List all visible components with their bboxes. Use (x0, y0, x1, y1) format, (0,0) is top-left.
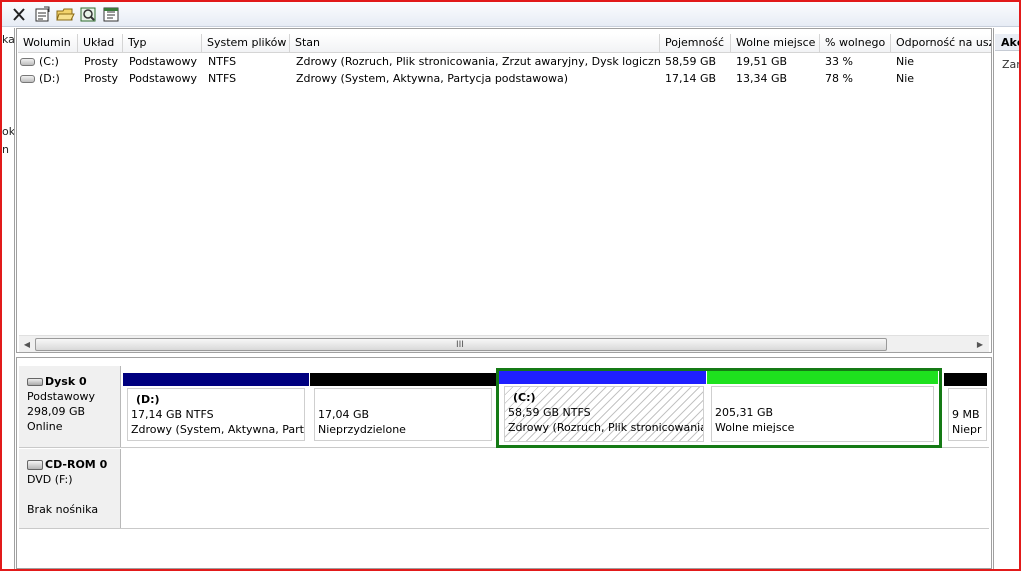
column-header-volume[interactable]: Wolumin (18, 34, 78, 53)
partition-status: Niepr (952, 423, 982, 436)
partition-bar (123, 373, 309, 386)
left-pane-text: n (2, 143, 9, 156)
partition-bar (310, 373, 496, 386)
cell-status: Zdrowy (System, Aktywna, Partycja podsta… (296, 72, 569, 85)
partition-title: (C:) (513, 391, 536, 404)
partition-body: 9 MB Niepr (948, 388, 987, 441)
column-header-filesystem[interactable]: System plików (202, 34, 290, 53)
volume-name: (D:) (39, 72, 60, 85)
selected-extended-partition[interactable]: (C:) 58,59 GB NTFS Zdrowy (Rozruch, Plik… (496, 368, 942, 448)
cell-capacity: 58,59 GB (665, 55, 717, 68)
cell-type: Podstawowy (129, 72, 197, 85)
cdrom-0-row: CD-ROM 0 DVD (F:) Brak nośnika (19, 449, 989, 529)
partition-title: (D:) (136, 393, 160, 406)
cell-percent-free: 33 % (825, 55, 853, 68)
partition-size: 58,59 GB NTFS (508, 406, 591, 419)
delete-icon[interactable] (9, 5, 29, 24)
cell-volume: (D:) (20, 70, 78, 87)
scroll-left-arrow-icon[interactable]: ◀ (20, 338, 34, 351)
cdrom-0-label[interactable]: CD-ROM 0 DVD (F:) Brak nośnika (19, 449, 121, 528)
partition-free-space[interactable]: 205,31 GB Wolne miejsce (707, 371, 938, 447)
cell-free-space: 13,34 GB (736, 72, 788, 85)
partition-status: Wolne miejsce (715, 421, 795, 434)
cell-fault-tolerance: Nie (896, 72, 915, 85)
disk-graphical-view: Dysk 0 Podstawowy 298,09 GB Online (D:) … (16, 357, 992, 569)
partition-body: 17,04 GB Nieprzydzielone (314, 388, 492, 441)
toolbar (2, 2, 1019, 27)
scrollbar-thumb[interactable]: III (35, 338, 887, 351)
cell-status: Zdrowy (Rozruch, Plik stronicowania, Zrz… (296, 55, 660, 68)
cell-percent-free: 78 % (825, 72, 853, 85)
disk-state: Online (27, 420, 63, 433)
column-header-fault-tolerance[interactable]: Odporność na usz (891, 34, 991, 53)
column-header-percent-free[interactable]: % wolnego (820, 34, 891, 53)
partition-c[interactable]: (C:) 58,59 GB NTFS Zdrowy (Rozruch, Plik… (499, 371, 706, 447)
column-header-capacity[interactable]: Pojemność (660, 34, 731, 53)
partition-status: Zdrowy (Rozruch, Plik stronicowania (508, 421, 704, 434)
cell-fault-tolerance: Nie (896, 55, 915, 68)
cell-capacity: 17,14 GB (665, 72, 717, 85)
left-pane-text: ka (2, 33, 15, 46)
cd-drive-icon (27, 460, 43, 470)
partition-unallocated-small[interactable]: 9 MB Niepr (944, 370, 987, 446)
actions-pane-title: Akc (995, 34, 1019, 51)
partition-bar (944, 373, 987, 386)
scrollbar-grip: III (456, 340, 464, 350)
table-row[interactable]: (D:) Prosty Podstawowy NTFS Zdrowy (Syst… (17, 70, 991, 87)
column-header-free-space[interactable]: Wolne miejsce (731, 34, 820, 53)
drive-icon (20, 58, 35, 66)
volume-list: Wolumin Układ Typ System plików Stan Poj… (16, 28, 992, 353)
partition-d[interactable]: (D:) 17,14 GB NTFS Zdrowy (System, Aktyw… (123, 370, 309, 446)
cell-volume: (C:) (20, 53, 78, 70)
disk-name: CD-ROM 0 (45, 458, 108, 471)
partition-status: Nieprzydzielone (318, 423, 406, 436)
cell-free-space: 19,51 GB (736, 55, 788, 68)
actions-pane-item[interactable]: Zar (1002, 58, 1019, 71)
partition-unallocated[interactable]: 17,04 GB Nieprzydzielone (310, 370, 496, 446)
column-header-type[interactable]: Typ (123, 34, 202, 53)
explore-icon[interactable] (78, 5, 98, 24)
partition-size: 17,04 GB (318, 408, 370, 421)
column-header-status[interactable]: Stan (290, 34, 660, 53)
partition-size: 9 MB (952, 408, 980, 421)
volume-name: (C:) (39, 55, 59, 68)
partition-body: (D:) 17,14 GB NTFS Zdrowy (System, Aktyw… (127, 388, 305, 441)
partition-bar (499, 371, 706, 384)
open-folder-icon[interactable] (55, 5, 75, 24)
cell-layout: Prosty (84, 55, 119, 68)
table-row[interactable]: (C:) Prosty Podstawowy NTFS Zdrowy (Rozr… (17, 53, 991, 70)
partition-body: (C:) 58,59 GB NTFS Zdrowy (Rozruch, Plik… (504, 386, 704, 442)
help-icon[interactable] (101, 5, 121, 24)
partition-size: 205,31 GB (715, 406, 774, 419)
disk-type: DVD (F:) (27, 473, 73, 486)
horizontal-scrollbar[interactable]: ◀ III ▶ (19, 335, 989, 352)
cell-type: Podstawowy (129, 55, 197, 68)
disk-state: Brak nośnika (27, 503, 99, 516)
cell-filesystem: NTFS (208, 55, 237, 68)
column-header-layout[interactable]: Układ (78, 34, 123, 53)
disk-size: 298,09 GB (27, 405, 86, 418)
partition-body: 205,31 GB Wolne miejsce (711, 386, 934, 442)
properties-icon[interactable] (32, 5, 52, 24)
partition-status: Zdrowy (System, Aktywna, Party (131, 423, 305, 436)
scroll-right-arrow-icon[interactable]: ▶ (973, 338, 987, 351)
disk-0-label[interactable]: Dysk 0 Podstawowy 298,09 GB Online (19, 366, 121, 447)
cell-filesystem: NTFS (208, 72, 237, 85)
left-pane-text: ok (2, 125, 15, 138)
hard-disk-icon (27, 378, 43, 386)
actions-pane: Akc Zar (993, 28, 1019, 569)
drive-icon (20, 75, 35, 83)
cell-layout: Prosty (84, 72, 119, 85)
disk-0-row: Dysk 0 Podstawowy 298,09 GB Online (D:) … (19, 366, 989, 448)
partition-size: 17,14 GB NTFS (131, 408, 214, 421)
disk-type: Podstawowy (27, 390, 95, 403)
partition-bar (707, 371, 938, 384)
left-navigation-pane: ka ok n (2, 28, 15, 569)
disk-name: Dysk 0 (45, 375, 87, 388)
